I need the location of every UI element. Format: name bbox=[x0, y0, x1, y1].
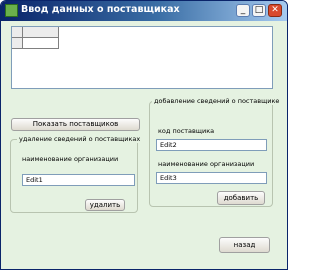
delete-panel-title: удаление сведений о поставщиках bbox=[17, 135, 143, 143]
suppliers-grid[interactable] bbox=[11, 26, 273, 89]
close-icon: ✕ bbox=[271, 5, 279, 15]
supplier-code-label: код поставщика bbox=[158, 127, 215, 135]
supplier-code-input[interactable]: Edit2 bbox=[156, 139, 267, 151]
minimize-button[interactable]: _ bbox=[236, 4, 250, 17]
grid-row-header-cell[interactable] bbox=[12, 38, 23, 49]
grid-header-cell[interactable] bbox=[23, 27, 59, 38]
grid-corner-cell bbox=[12, 27, 23, 38]
app-icon bbox=[5, 4, 18, 17]
add-supplier-panel: добавление сведений о поставщике код пос… bbox=[149, 97, 282, 207]
delete-org-name-label: наименование организации bbox=[22, 155, 119, 163]
add-button[interactable]: добавить bbox=[217, 191, 265, 205]
add-org-name-label: наименование организации bbox=[158, 160, 255, 168]
maximize-icon: □ bbox=[254, 5, 264, 15]
main-window: Ввод данных о поставщиках _ □ ✕ Показать… bbox=[0, 0, 288, 270]
add-panel-title: добавление сведений о поставщике bbox=[152, 97, 282, 105]
delete-button[interactable]: удалить bbox=[85, 199, 125, 211]
delete-supplier-panel: удаление сведений о поставщиках наименов… bbox=[10, 135, 143, 213]
grid-cell[interactable] bbox=[23, 38, 59, 49]
back-button[interactable]: назад bbox=[219, 237, 270, 253]
window-title: Ввод данных о поставщиках bbox=[21, 4, 180, 15]
delete-org-name-input[interactable]: Edit1 bbox=[22, 174, 135, 186]
title-bar[interactable]: Ввод данных о поставщиках _ □ ✕ bbox=[1, 1, 287, 21]
close-button[interactable]: ✕ bbox=[268, 4, 282, 17]
minimize-icon: _ bbox=[240, 5, 246, 15]
show-suppliers-button[interactable]: Показать поставщиков bbox=[11, 118, 140, 131]
add-org-name-input[interactable]: Edit3 bbox=[156, 172, 267, 184]
maximize-button[interactable]: □ bbox=[252, 4, 266, 17]
